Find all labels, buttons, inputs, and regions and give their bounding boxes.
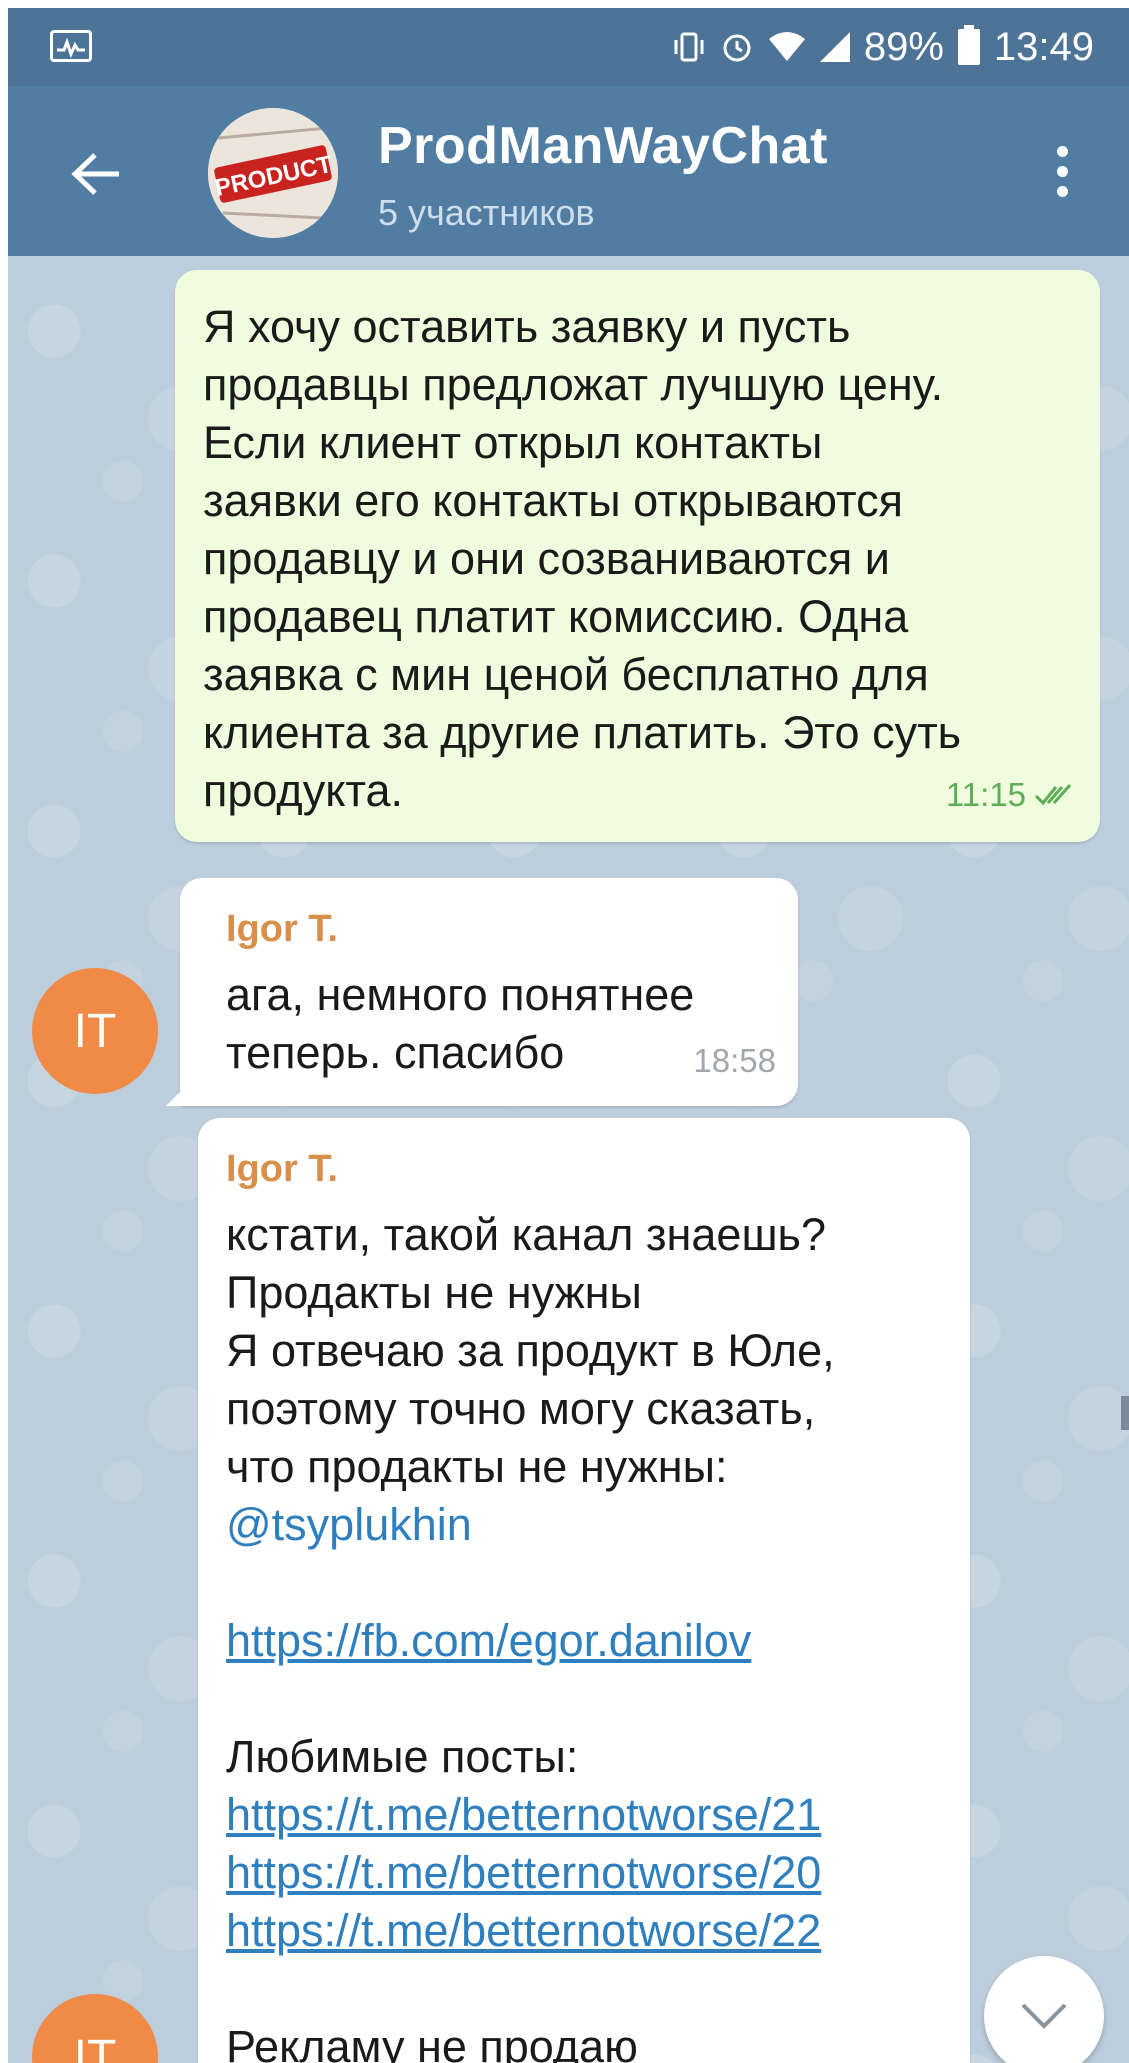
message-text: кстати, такой канал знаешь? Продакты не … [226,1209,835,1492]
chat-title[interactable]: ProdManWayChat [378,116,828,176]
fb-link[interactable]: https://fb.com/egor.danilov [226,1612,940,1670]
back-button[interactable] [60,138,132,210]
message-time: 18:58 [693,1042,776,1079]
chat-avatar[interactable]: PRODUCT [208,108,338,238]
scroll-to-bottom-button[interactable] [984,1956,1104,2063]
avatar[interactable]: IT [32,1994,158,2063]
phone-screen: 89% 13:49 PRODUCT ProdManWayChat 5 участ… [8,8,1129,2063]
clock: 13:49 [993,24,1094,69]
post-link[interactable]: https://t.me/betternotworse/20 [226,1844,940,1902]
sender-name[interactable]: Igor T. [226,906,768,952]
vibrate-icon [672,30,706,64]
message-text: Я хочу оставить заявку и пусть продавцы … [203,301,962,816]
post-link[interactable]: https://t.me/betternotworse/21 [226,1786,940,1844]
incoming-message[interactable]: Igor T. кстати, такой канал знаешь? Прод… [198,1118,970,2063]
double-check-icon [1034,784,1072,806]
signal-icon [819,32,850,62]
dot-icon [1056,185,1068,197]
message-list[interactable]: Я хочу оставить заявку и пусть продавцы … [8,256,1129,2063]
post-link[interactable]: https://t.me/betternotworse/22 [226,1902,940,1960]
member-count: 5 участников [378,192,595,233]
message-text: ага, немного понятнее теперь. спасибо [226,969,695,1078]
user-mention-link[interactable]: @tsyplukhin [226,1496,940,1554]
chat-header: PRODUCT ProdManWayChat 5 участников [8,86,1129,256]
battery-percent: 89% [863,24,944,69]
status-icons: 89% 13:49 [672,22,1094,72]
sender-name[interactable]: Igor T. [226,1146,940,1192]
outgoing-message[interactable]: Я хочу оставить заявку и пусть продавцы … [175,270,1100,842]
chevron-down-icon [1021,2003,1067,2029]
dot-icon [1056,145,1068,157]
favorites-label: Любимые посты: [226,1731,579,1782]
status-bar: 89% 13:49 [8,8,1129,86]
bubble-tail [166,1076,196,1106]
message-last-line: Рекламу не продаю [226,2021,638,2063]
arrow-left-icon [71,153,119,195]
activity-icon [50,30,92,62]
more-menu-button[interactable] [1042,136,1082,206]
avatar[interactable]: IT [32,968,158,1094]
message-time: 11:15 [945,776,1026,813]
dot-icon [1056,165,1068,177]
message-meta: 11:15 [946,766,1074,824]
scrollbar-thumb[interactable] [1121,1396,1129,1430]
battery-icon [957,25,980,65]
alarm-icon [720,30,754,64]
incoming-message[interactable]: Igor T. ага, немного понятнее теперь. сп… [166,878,798,1106]
wifi-icon [768,31,806,63]
